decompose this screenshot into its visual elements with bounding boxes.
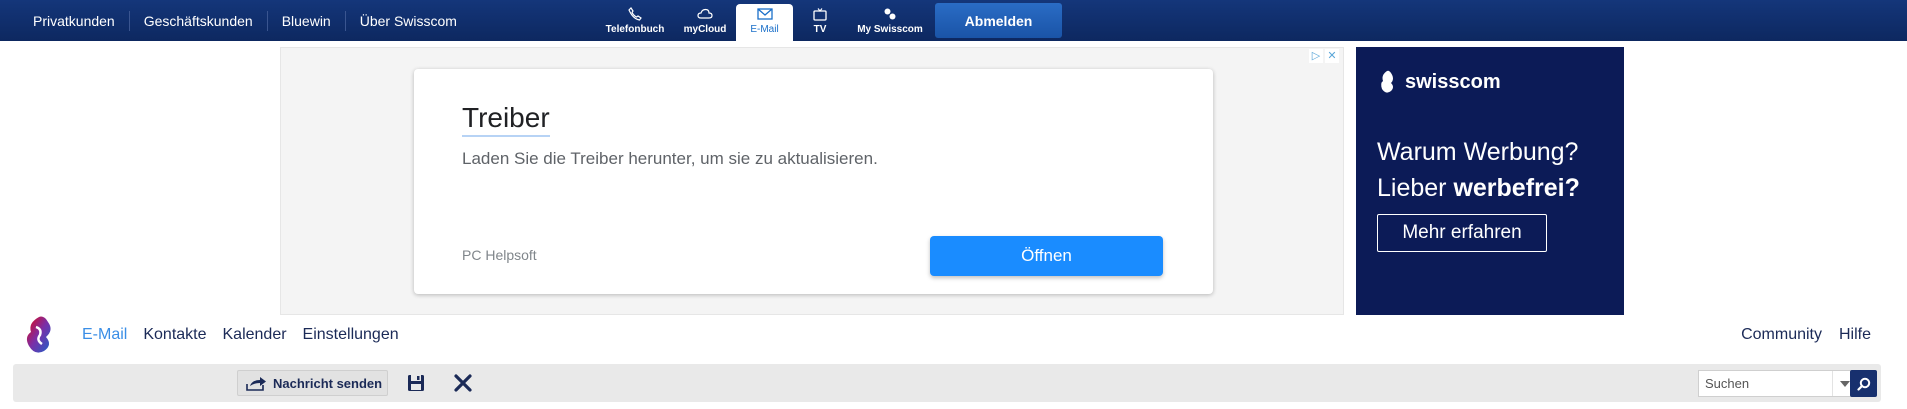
promo-headline: Warum Werbung? Lieber werbefrei? bbox=[1377, 134, 1580, 206]
user-group-icon bbox=[882, 7, 898, 21]
phone-icon bbox=[627, 7, 643, 21]
ad-choices[interactable]: ▷ ✕ bbox=[1309, 49, 1339, 63]
search-button[interactable] bbox=[1850, 370, 1877, 397]
app-navigation: E-Mail Kontakte Kalender Einstellungen C… bbox=[0, 315, 1907, 364]
ad-source: PC Helpsoft bbox=[462, 247, 537, 263]
top-navigation-bar: Privatkunden Geschäftskunden Bluewin Übe… bbox=[0, 0, 1907, 41]
save-icon[interactable] bbox=[407, 374, 425, 392]
nav-kontakte[interactable]: Kontakte bbox=[143, 326, 206, 344]
cloud-icon bbox=[697, 7, 713, 21]
ad-card[interactable]: Treiber Laden Sie die Treiber herunter, … bbox=[414, 69, 1213, 294]
tv-icon bbox=[812, 7, 828, 21]
ad-banner: ▷ ✕ Treiber Laden Sie die Treiber herunt… bbox=[280, 47, 1344, 315]
main-nav: E-Mail Kontakte Kalender Einstellungen bbox=[82, 326, 399, 344]
service-label: My Swisscom bbox=[857, 24, 923, 35]
service-label: TV bbox=[813, 24, 827, 35]
send-message-button[interactable]: Nachricht senden bbox=[237, 370, 388, 396]
swisscom-app-logo-icon[interactable] bbox=[22, 315, 59, 360]
compose-toolbar: Nachricht senden bbox=[13, 364, 1881, 402]
promo-line1: Warum Werbung? bbox=[1377, 138, 1579, 166]
secondary-nav: Community Hilfe bbox=[1741, 326, 1871, 344]
service-mycloud[interactable]: myCloud bbox=[677, 4, 733, 41]
send-icon bbox=[246, 377, 266, 391]
link-privatkunden[interactable]: Privatkunden bbox=[19, 10, 130, 31]
swisscom-logo: swisscom bbox=[1377, 69, 1501, 95]
ad-open-button[interactable]: Öffnen bbox=[930, 236, 1163, 276]
brand-name: swisscom bbox=[1405, 70, 1501, 93]
adchoices-icon[interactable]: ▷ bbox=[1309, 49, 1323, 63]
search-icon bbox=[1856, 377, 1870, 391]
service-telefonbuch[interactable]: Telefonbuch bbox=[602, 4, 668, 41]
ad-title[interactable]: Treiber bbox=[462, 101, 550, 137]
envelope-icon bbox=[756, 7, 773, 21]
service-my-swisscom[interactable]: My Swisscom bbox=[855, 4, 925, 41]
promo-line2-prefix: Lieber bbox=[1377, 174, 1454, 202]
close-icon[interactable]: ✕ bbox=[1325, 49, 1339, 63]
promo-more-button[interactable]: Mehr erfahren bbox=[1377, 214, 1547, 252]
service-label: myCloud bbox=[683, 24, 727, 35]
link-ueber-swisscom[interactable]: Über Swisscom bbox=[346, 11, 471, 31]
service-tv[interactable]: TV bbox=[800, 4, 840, 41]
link-geschaeftskunden[interactable]: Geschäftskunden bbox=[130, 10, 268, 31]
search-input[interactable] bbox=[1699, 371, 1832, 396]
service-label: Telefonbuch bbox=[605, 24, 665, 35]
link-bluewin[interactable]: Bluewin bbox=[268, 10, 346, 31]
top-links: Privatkunden Geschäftskunden Bluewin Übe… bbox=[19, 0, 471, 41]
search-box bbox=[1698, 370, 1858, 397]
nav-community[interactable]: Community bbox=[1741, 326, 1822, 344]
nav-hilfe[interactable]: Hilfe bbox=[1839, 326, 1871, 344]
ad-description: Laden Sie die Treiber herunter, um sie z… bbox=[462, 149, 878, 168]
swisscom-mark-icon bbox=[1381, 70, 1393, 93]
promo-line2: Lieber werbefrei? bbox=[1377, 170, 1580, 206]
nav-kalender[interactable]: Kalender bbox=[223, 326, 287, 344]
promo-line2-bold: werbefrei? bbox=[1453, 174, 1580, 202]
discard-icon[interactable] bbox=[453, 373, 473, 393]
nav-einstellungen[interactable]: Einstellungen bbox=[303, 326, 399, 344]
nav-email[interactable]: E-Mail bbox=[82, 326, 127, 344]
logout-button[interactable]: Abmelden bbox=[935, 3, 1062, 38]
caret-down-icon bbox=[1840, 380, 1850, 387]
promo-banner[interactable]: swisscom Warum Werbung? Lieber werbefrei… bbox=[1356, 47, 1624, 315]
send-label: Nachricht senden bbox=[273, 375, 383, 391]
service-email[interactable]: E-Mail bbox=[736, 4, 793, 41]
service-label: E-Mail bbox=[750, 24, 779, 35]
